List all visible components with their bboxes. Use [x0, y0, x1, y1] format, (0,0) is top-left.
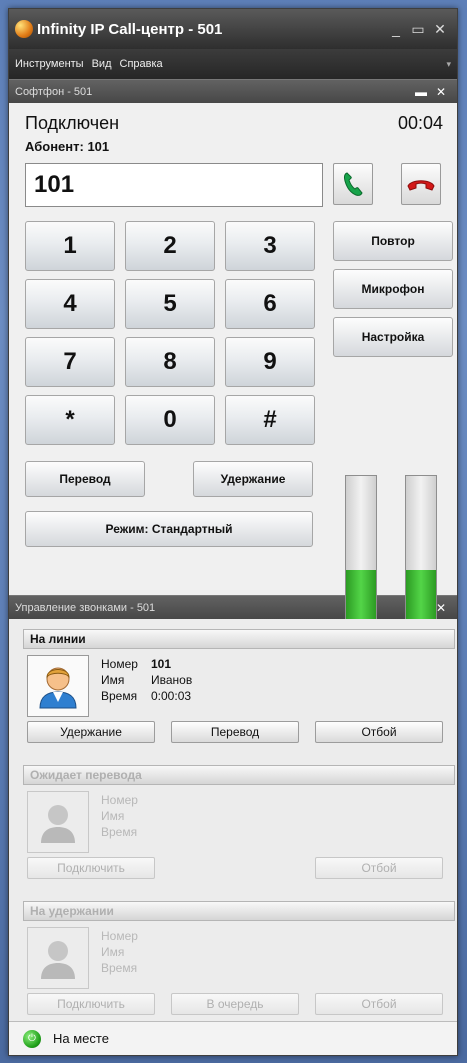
line-hangup-button[interactable]: Отбой: [315, 721, 443, 743]
user-placeholder-icon: [41, 941, 75, 979]
call-management-panel-title: Управление звонками - 501 ▬ ✕: [9, 595, 457, 619]
window-title: Infinity IP Call-центр - 501: [37, 20, 223, 38]
key-1[interactable]: 1: [25, 221, 115, 271]
app-window: Infinity IP Call-центр - 501 _ ▭ ✕ Инстр…: [8, 8, 458, 1056]
call-timer: 00:04: [397, 113, 443, 133]
panel-close-icon[interactable]: ✕: [431, 85, 451, 99]
presence-icon[interactable]: ⏻: [23, 1029, 41, 1048]
panel-restore-icon[interactable]: ▬: [411, 85, 431, 99]
call-management-panel: На линии Номер 101 Имя Иванов Время 0:00:03…: [9, 619, 457, 1039]
name-value: Иванов: [151, 673, 193, 687]
key-5[interactable]: 5: [125, 279, 215, 329]
time-label: Время: [101, 825, 138, 839]
on-hold-header: На удержании: [23, 901, 455, 921]
number-label: Номер: [101, 657, 138, 671]
menu-tools[interactable]: Инструменты: [15, 58, 84, 70]
key-8[interactable]: 8: [125, 337, 215, 387]
caller-avatar: [27, 655, 89, 717]
menu-overflow-icon[interactable]: ▾: [446, 59, 451, 70]
on-hold-info: Номер Имя Время: [101, 928, 145, 976]
key-6[interactable]: 6: [225, 279, 315, 329]
subscriber-value: 101: [87, 139, 110, 154]
phone-answer-icon: [343, 172, 363, 196]
number-label: Номер: [101, 929, 138, 943]
transfer-button[interactable]: Перевод: [25, 461, 145, 497]
on-line-info: Номер 101 Имя Иванов Время 0:00:03: [101, 656, 192, 704]
close-icon[interactable]: ✕: [429, 21, 451, 38]
name-label: Имя: [101, 945, 125, 959]
name-label: Имя: [101, 809, 125, 823]
on-hold-avatar: [27, 927, 89, 989]
menu-bar: Инструменты Вид Справка ▾: [9, 49, 457, 79]
title-bar: Infinity IP Call-центр - 501 _ ▭ ✕: [9, 9, 457, 49]
softphone-panel-title: Софтфон - 501 ▬ ✕: [9, 79, 457, 103]
key-7[interactable]: 7: [25, 337, 115, 387]
time-value: 0:00:03: [151, 689, 192, 703]
key-hash[interactable]: #: [225, 395, 315, 445]
hold-queue-button[interactable]: В очередь: [171, 993, 299, 1015]
softphone-panel: Подключен 00:04 Абонент: 101 1 2 3 4 5 6…: [9, 103, 457, 657]
subscriber-info: Абонент: 101: [25, 139, 109, 154]
awaiting-transfer-header: Ожидает перевода: [23, 765, 455, 785]
key-4[interactable]: 4: [25, 279, 115, 329]
time-label: Время: [101, 689, 138, 703]
line-transfer-button[interactable]: Перевод: [171, 721, 299, 743]
awaiting-hangup-button[interactable]: Отбой: [315, 857, 443, 879]
time-label: Время: [101, 961, 138, 975]
hold-button[interactable]: Удержание: [193, 461, 313, 497]
key-9[interactable]: 9: [225, 337, 315, 387]
menu-view[interactable]: Вид: [92, 58, 112, 70]
number-label: Номер: [101, 793, 138, 807]
awaiting-avatar: [27, 791, 89, 853]
softphone-title: Софтфон - 501: [15, 85, 93, 98]
redial-button[interactable]: Повтор: [333, 221, 453, 261]
awaiting-info: Номер Имя Время: [101, 792, 145, 840]
key-3[interactable]: 3: [225, 221, 315, 271]
mode-button[interactable]: Режим: Стандартный: [25, 511, 313, 547]
app-logo-icon: [15, 20, 33, 38]
subscriber-label: Абонент:: [25, 139, 84, 154]
key-0[interactable]: 0: [125, 395, 215, 445]
connection-status: Подключен: [25, 113, 120, 133]
presence-status[interactable]: На месте: [53, 1031, 109, 1046]
hold-connect-button[interactable]: Подключить: [27, 993, 155, 1015]
on-line-header: На линии: [23, 629, 455, 649]
hold-hangup-button[interactable]: Отбой: [315, 993, 443, 1015]
phone-hangup-icon: [407, 180, 435, 191]
hangup-button[interactable]: [401, 163, 441, 205]
line-hold-button[interactable]: Удержание: [27, 721, 155, 743]
call-button[interactable]: [333, 163, 373, 205]
settings-button[interactable]: Настройка: [333, 317, 453, 357]
dial-number-input[interactable]: [25, 163, 323, 207]
key-2[interactable]: 2: [125, 221, 215, 271]
key-star[interactable]: *: [25, 395, 115, 445]
microphone-button[interactable]: Микрофон: [333, 269, 453, 309]
maximize-icon[interactable]: ▭: [407, 21, 429, 38]
status-bar: ⏻ На месте: [9, 1021, 457, 1055]
user-icon: [39, 667, 77, 709]
name-label: Имя: [101, 673, 125, 687]
user-placeholder-icon: [41, 805, 75, 843]
awaiting-connect-button[interactable]: Подключить: [27, 857, 155, 879]
menu-help[interactable]: Справка: [120, 58, 163, 70]
number-value: 101: [151, 657, 172, 671]
minimize-icon[interactable]: _: [385, 21, 407, 37]
